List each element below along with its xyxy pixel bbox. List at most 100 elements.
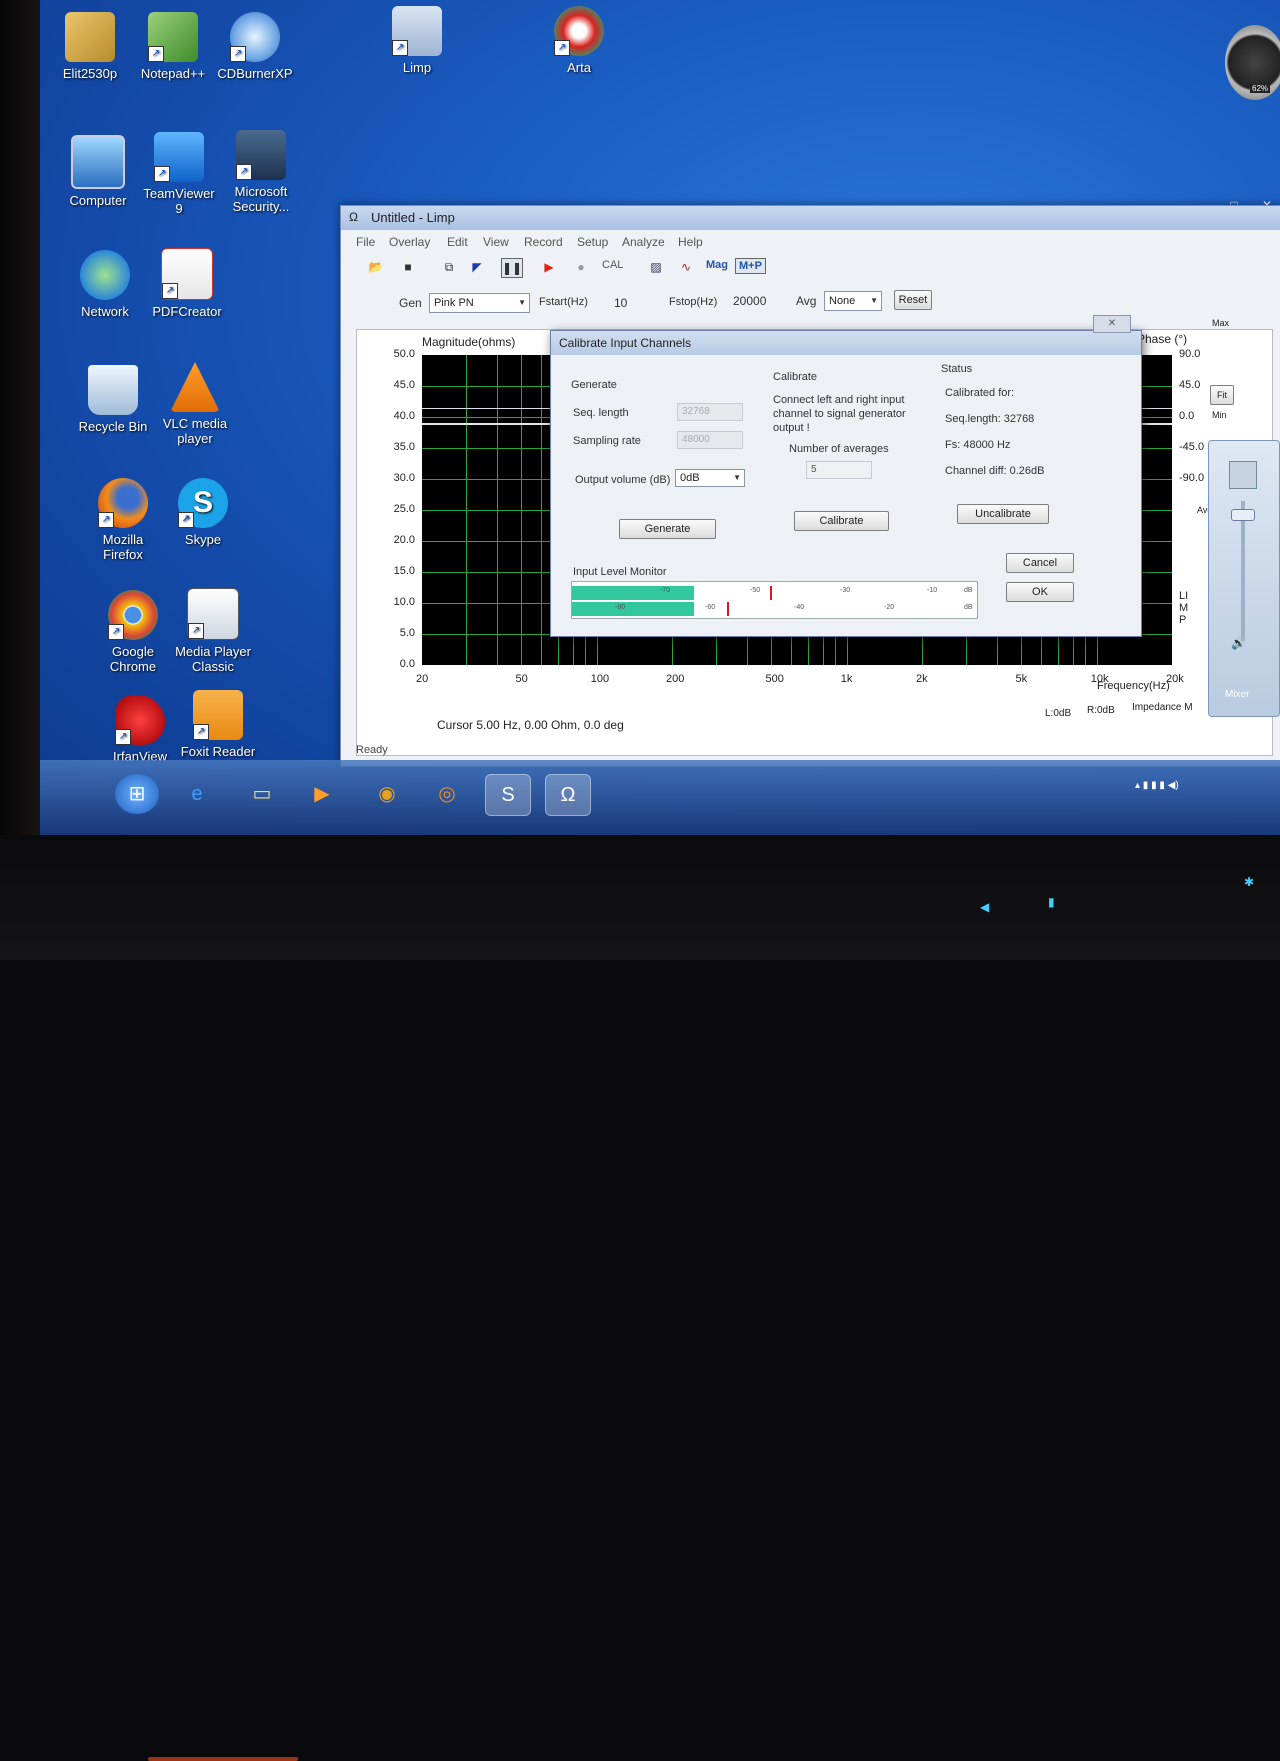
bluetooth-led-icon: ✱ <box>1244 875 1255 889</box>
fstart-value[interactable]: 10 <box>614 296 627 310</box>
uncalibrate-button[interactable]: Uncalibrate <box>957 504 1049 524</box>
desktop-icon-notepadpp[interactable]: ↗ Notepad++ <box>128 12 218 81</box>
desktop-icon-arta[interactable]: ↗ Arta <box>534 6 624 75</box>
dialog-close-button[interactable]: ✕ <box>1093 315 1131 333</box>
taskbar-skype[interactable]: S <box>485 774 531 816</box>
record-icon[interactable]: ● <box>571 258 591 276</box>
power-led <box>148 1757 298 1761</box>
left-gain: L:0dB <box>1045 708 1072 719</box>
chrome-icon: ◉ <box>378 783 396 805</box>
menu-file[interactable]: File <box>356 235 375 249</box>
menu-analyze[interactable]: Analyze <box>622 235 665 249</box>
volume-slider-track[interactable] <box>1241 501 1245 641</box>
seq-length-field[interactable]: 32768 <box>677 403 743 421</box>
desktop-icon-firefox[interactable]: ↗ Mozilla Firefox <box>78 478 168 562</box>
calibrate-button[interactable]: Calibrate <box>794 511 889 531</box>
close-icon: ✕ <box>1107 318 1117 329</box>
desktop-icon-label: Computer <box>69 193 127 208</box>
taskbar-chrome[interactable]: ◉ <box>365 774 409 814</box>
desktop-icon-pdfcreator[interactable]: ↗ PDFCreator <box>142 248 232 319</box>
cursor-icon[interactable]: ◤ <box>467 258 487 276</box>
desktop-icon-vlc[interactable]: VLC media player <box>150 362 240 446</box>
desktop-icon-skype[interactable]: S ↗ Skype <box>158 478 248 547</box>
speaker-icon[interactable]: 🔊 <box>1231 636 1246 650</box>
grid-icon[interactable]: ▨ <box>646 258 666 276</box>
menu-edit[interactable]: Edit <box>447 235 468 249</box>
desktop-icon-security[interactable]: ↗ Microsoft Security... <box>216 130 306 214</box>
taskbar-ie[interactable]: e <box>175 774 219 814</box>
fit-button[interactable]: Fit <box>1210 385 1234 405</box>
volume-slider-thumb[interactable] <box>1231 509 1255 521</box>
mp-button[interactable]: M+P <box>735 258 766 274</box>
gen-select-value: Pink PN <box>434 297 474 309</box>
taskbar-media[interactable]: ▶ <box>300 774 344 814</box>
play-icon[interactable]: ▶ <box>539 258 559 276</box>
desktop-icon-irfanview[interactable]: ↗ IrfanView <box>95 695 185 764</box>
wave-icon[interactable]: ∿ <box>676 258 696 276</box>
chevron-down-icon: ▼ <box>870 296 878 305</box>
right-channel-level <box>572 602 694 616</box>
menu-record[interactable]: Record <box>524 235 563 249</box>
ok-button[interactable]: OK <box>1006 582 1074 602</box>
desktop-icon-chrome[interactable]: ↗ Google Chrome <box>88 590 178 674</box>
open-icon[interactable]: 📂 <box>366 258 386 276</box>
desktop-icon-elit[interactable]: Elit2530p <box>45 12 135 81</box>
desktop-icon-label: Microsoft Security... <box>232 184 290 214</box>
y-tick-label: 0.0 <box>399 658 415 670</box>
start-button[interactable]: ⊞ <box>115 774 159 814</box>
y-tick-label: 5.0 <box>399 627 415 639</box>
left-channel-level <box>572 586 694 600</box>
grid-line-v <box>497 355 499 665</box>
cancel-button[interactable]: Cancel <box>1006 553 1074 573</box>
phase-tick-label: 45.0 <box>1179 379 1201 391</box>
desktop-icon-media-player-classic[interactable]: ↗ Media Player Classic <box>168 588 258 674</box>
menu-view[interactable]: View <box>483 235 509 249</box>
generate-button[interactable]: Generate <box>619 519 716 539</box>
desktop-icon-label: Elit2530p <box>62 66 118 81</box>
desktop-icon-teamviewer[interactable]: ↗ TeamViewer 9 <box>134 132 224 216</box>
fstop-label: Fstop(Hz) <box>669 296 718 308</box>
desktop-icon-limp[interactable]: ↗ Limp <box>372 6 462 75</box>
y-tick-label: 20.0 <box>393 534 415 546</box>
desktop-icon-foxit[interactable]: ↗ Foxit Reader <box>173 690 263 759</box>
menu-help[interactable]: Help <box>678 235 703 249</box>
save-icon[interactable]: ■ <box>398 258 418 276</box>
menu-overlay[interactable]: Overlay <box>389 235 430 249</box>
taskbar-firefox[interactable]: ◎ <box>425 774 469 814</box>
desktop-icon-label: Mozilla Firefox <box>102 532 144 562</box>
meter-tick: dB <box>964 604 973 611</box>
irfanview-icon: ↗ <box>115 695 165 745</box>
mag-button[interactable]: Mag <box>703 258 731 272</box>
limp-titlebar[interactable]: Ω Untitled - Limp <box>341 206 1280 230</box>
mixer-link[interactable]: Mixer <box>1225 689 1249 700</box>
gen-select[interactable]: Pink PN ▼ <box>429 293 530 313</box>
taskbar-explorer[interactable]: ▭ <box>240 774 284 814</box>
desktop-icon-computer[interactable]: Computer <box>53 135 143 208</box>
averages-label: Number of averages <box>789 443 889 455</box>
cal-button[interactable]: CAL <box>599 258 626 272</box>
notepadpp-icon: ↗ <box>148 12 198 62</box>
averages-field[interactable]: 5 <box>806 461 872 479</box>
avg-select[interactable]: None ▼ <box>824 291 882 311</box>
tray-icons: ▴ ▮ ▮ ▮ ◀) <box>1135 780 1179 791</box>
calibrate-heading: Calibrate <box>773 371 818 383</box>
copy-icon[interactable]: ⧉ <box>439 258 459 276</box>
phase-tick-label: 0.0 <box>1179 410 1195 422</box>
x-tick-label: 1k <box>840 673 853 685</box>
cursor-readout: Cursor 5.00 Hz, 0.00 Ohm, 0.0 deg <box>437 718 624 732</box>
sampling-rate-field[interactable]: 48000 <box>677 431 743 449</box>
y-tick-label: 50.0 <box>393 348 415 360</box>
desktop-icon-network[interactable]: Network <box>60 250 150 319</box>
output-volume-select[interactable]: 0dB ▼ <box>675 469 745 487</box>
generator-row: Gen Pink PN ▼ Fstart(Hz) 10 Fstop(Hz) 200… <box>341 290 1280 320</box>
pause-icon[interactable]: ❚❚ <box>501 258 523 278</box>
desktop-icon-recycle-bin[interactable]: Recycle Bin <box>68 365 158 434</box>
dialog-titlebar[interactable]: Calibrate Input Channels <box>551 331 1141 355</box>
desktop-icon-cdburnerxp[interactable]: ↗ CDBurnerXP <box>210 12 300 81</box>
system-tray[interactable]: ▴ ▮ ▮ ▮ ◀) <box>1135 780 1179 791</box>
taskbar: ⊞ e ▭ ▶ ◉ ◎ S Ω ▴ ▮ ▮ ▮ ◀) <box>40 760 1280 835</box>
menu-setup[interactable]: Setup <box>577 235 608 249</box>
reset-button[interactable]: Reset <box>894 290 932 310</box>
taskbar-limp[interactable]: Ω <box>545 774 591 816</box>
fstop-value[interactable]: 20000 <box>733 294 766 308</box>
